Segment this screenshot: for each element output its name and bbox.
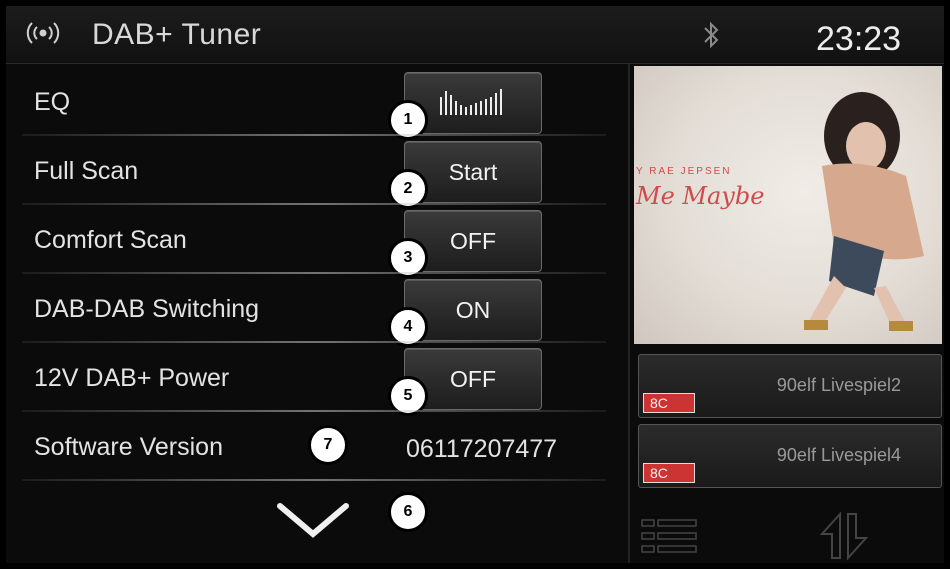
setting-label: Full Scan [34, 157, 139, 185]
equalizer-bars-icon [440, 89, 502, 115]
setting-row-comfort-scan: Comfort Scan OFF 3 [6, 206, 606, 278]
station-preset[interactable]: 90elf Livespiel2 8C [638, 354, 942, 418]
setting-row-dab-switching: DAB-DAB Switching ON 4 [6, 275, 606, 347]
callout-marker: 5 [388, 376, 428, 416]
bluetooth-icon [704, 21, 719, 49]
header-bar: DAB+ Tuner 23:23 [6, 6, 944, 64]
chevron-down-icon[interactable] [274, 498, 352, 542]
station-name: 90elf Livespiel4 [776, 445, 901, 465]
setting-label: Comfort Scan [34, 226, 187, 254]
now-playing-panel: Y RAE JEPSEN Me Maybe 90elf Livespiel2 8… [628, 64, 944, 563]
setting-row-eq: EQ 1 [6, 68, 606, 140]
callout-marker: 3 [388, 238, 428, 278]
setting-label: Software Version [34, 433, 223, 461]
tuner-screen: DAB+ Tuner 23:23 EQ 1 Full Scan Start 2 … [6, 6, 944, 563]
album-art: Y RAE JEPSEN Me Maybe [634, 66, 942, 344]
setting-label: 12V DAB+ Power [34, 364, 230, 392]
clock: 23:23 [816, 20, 902, 58]
callout-marker: 7 [308, 425, 348, 465]
list-icon[interactable] [640, 516, 700, 558]
channel-badge: 8C [643, 393, 695, 413]
callout-marker: 1 [388, 100, 428, 140]
station-preset[interactable]: 90elf Livespiel4 8C [638, 424, 942, 488]
channel-badge: 8C [643, 463, 695, 483]
device-frame: DAB+ Tuner 23:23 EQ 1 Full Scan Start 2 … [0, 0, 950, 569]
setting-row-12v-power: 12V DAB+ Power OFF 5 [6, 344, 606, 416]
settings-list: EQ 1 Full Scan Start 2 Comfort Scan OFF … [6, 68, 626, 493]
setting-label: EQ [34, 88, 71, 116]
setting-label: DAB-DAB Switching [34, 295, 260, 323]
callout-marker: 6 [388, 492, 428, 532]
station-name: 90elf Livespiel2 [776, 375, 901, 395]
album-figure-illustration [804, 92, 924, 331]
swap-arrows-icon[interactable] [816, 510, 872, 562]
broadcast-icon [26, 22, 60, 44]
callout-marker: 2 [388, 169, 428, 209]
callout-marker: 4 [388, 307, 428, 347]
software-version-value: 06117207477 [406, 435, 558, 463]
setting-row-full-scan: Full Scan Start 2 [6, 137, 606, 209]
setting-row-software-version: Software Version 06117207477 7 [6, 413, 606, 481]
page-title: DAB+ Tuner [92, 18, 262, 51]
